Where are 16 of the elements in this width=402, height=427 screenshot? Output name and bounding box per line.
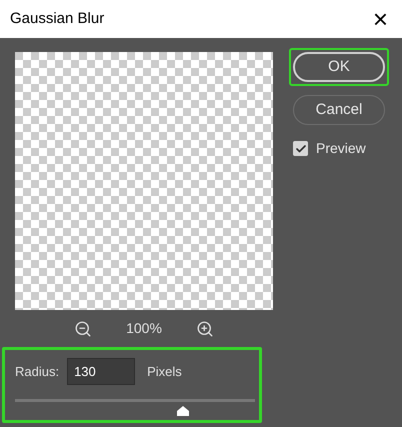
preview-label: Preview bbox=[316, 139, 366, 158]
zoom-out-button[interactable] bbox=[74, 320, 92, 338]
radius-field[interactable]: 130 bbox=[67, 358, 136, 385]
preview-checkbox[interactable] bbox=[293, 141, 308, 156]
window-title: Gaussian Blur bbox=[10, 8, 104, 29]
unit-label: Pixels bbox=[147, 362, 182, 381]
check-icon bbox=[294, 142, 306, 154]
dialog-button[interactable]: OK bbox=[293, 52, 385, 82]
zoom-level: 100% bbox=[126, 319, 162, 338]
slider-thumb[interactable] bbox=[176, 405, 190, 417]
close-button[interactable]: × bbox=[372, 6, 388, 32]
dialog-button[interactable]: Cancel bbox=[293, 95, 385, 125]
zoom-in-button[interactable] bbox=[196, 320, 214, 338]
radius-label: Radius: bbox=[15, 362, 60, 381]
zoom-out-icon bbox=[74, 320, 92, 338]
zoom-in-icon bbox=[196, 320, 214, 338]
